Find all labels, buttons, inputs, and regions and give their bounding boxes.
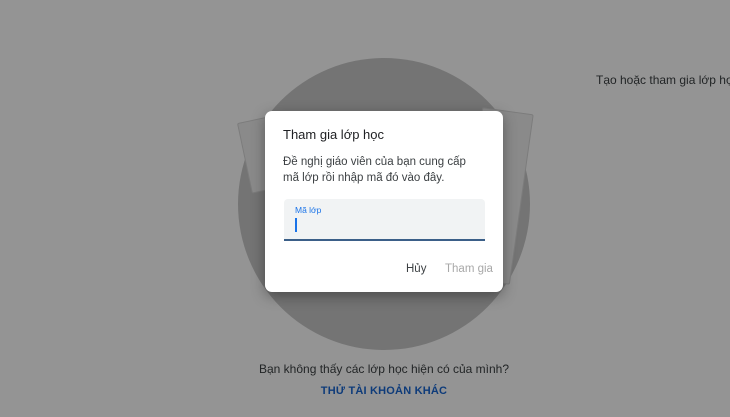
classroom-page: Tạo hoặc tham gia lớp học Bạn không thấy… [0, 0, 730, 417]
dialog-title: Tham gia lớp học [283, 127, 385, 142]
class-code-label: Mã lớp [295, 205, 322, 215]
class-code-field[interactable]: Mã lớp [284, 199, 485, 241]
dialog-description: Đề nghị giáo viên của bạn cung cấp mã lớ… [283, 156, 466, 184]
class-code-input[interactable] [294, 217, 474, 235]
text-cursor [295, 218, 297, 232]
join-button[interactable]: Tham gia [445, 263, 493, 275]
cancel-button[interactable]: Hủy [406, 263, 426, 275]
join-class-dialog: Tham gia lớp học Đề nghị giáo viên của b… [265, 111, 503, 292]
